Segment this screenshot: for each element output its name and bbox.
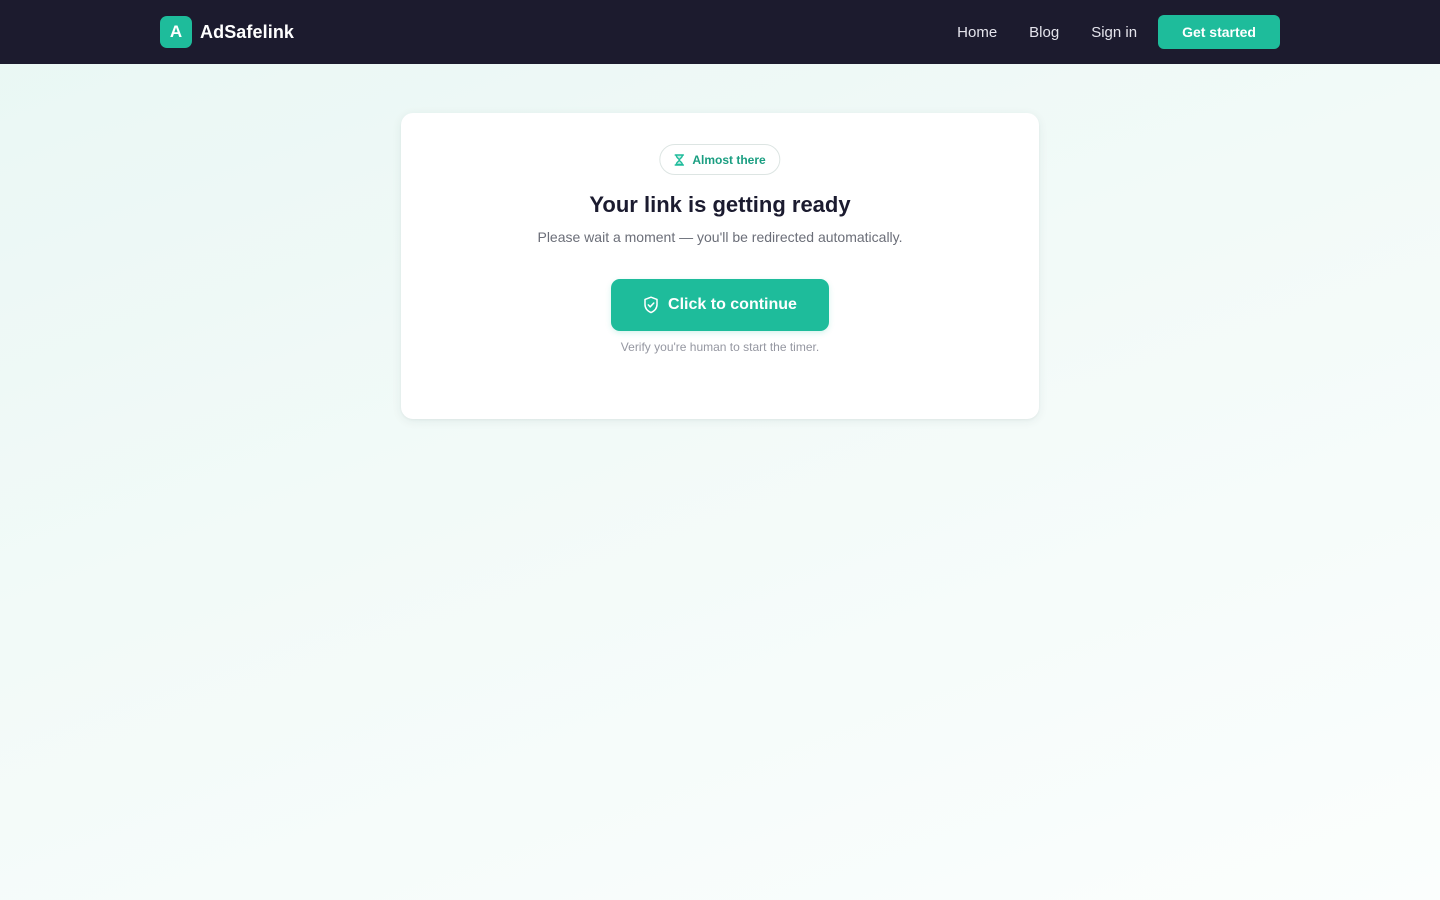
status-badge-label: Almost there xyxy=(692,152,766,167)
page-title: Your link is getting ready xyxy=(589,192,851,217)
nav-blog-link[interactable]: Blog xyxy=(1029,24,1059,41)
continue-button-label: Click to continue xyxy=(668,296,797,313)
continue-button[interactable]: Click to continue xyxy=(611,279,829,331)
page-subtitle: Please wait a moment — you'll be redirec… xyxy=(537,229,903,245)
main-nav: Home Blog Sign in Get started xyxy=(957,15,1280,49)
get-started-button[interactable]: Get started xyxy=(1158,15,1280,49)
brand-logo-badge: A xyxy=(160,16,192,48)
brand-logo-link[interactable]: A AdSafelink xyxy=(160,16,294,48)
brand-name: AdSafelink xyxy=(200,21,295,42)
redirect-card: Almost there Your link is getting ready … xyxy=(401,113,1039,419)
nav-home-link[interactable]: Home xyxy=(957,24,997,41)
nav-sign-in-link[interactable]: Sign in xyxy=(1091,24,1137,41)
status-badge: Almost there xyxy=(659,144,781,175)
hourglass-icon xyxy=(674,153,685,166)
verification-hint: Verify you're human to start the timer. xyxy=(620,340,820,354)
shield-check-icon xyxy=(643,296,659,314)
top-navbar: A AdSafelink Home Blog Sign in Get start… xyxy=(0,0,1440,64)
